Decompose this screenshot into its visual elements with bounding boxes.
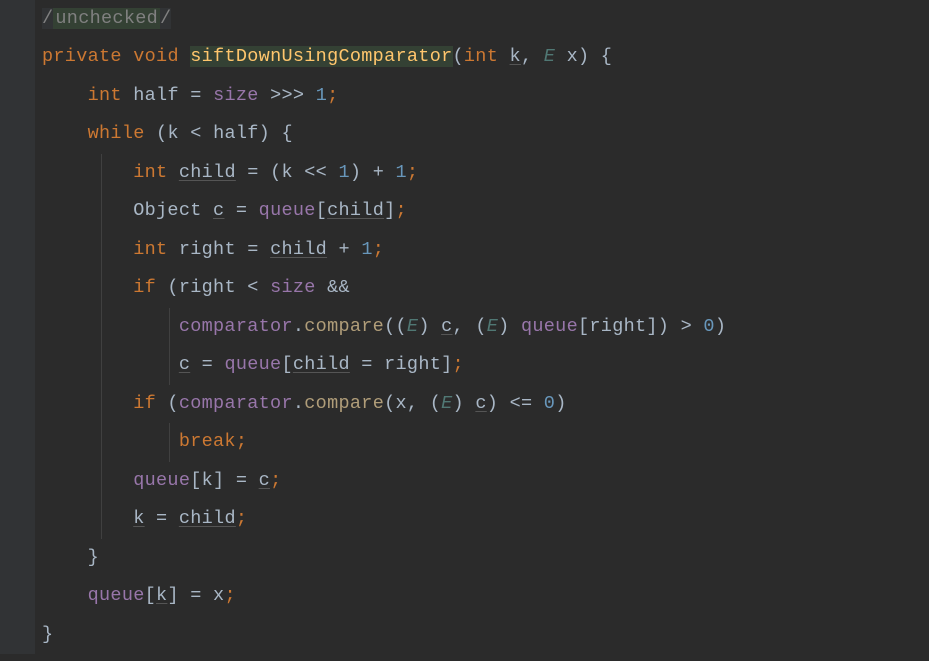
code-line[interactable]: queue[k] = c; [42, 462, 929, 500]
code-line[interactable]: int half = size >>> 1; [42, 77, 929, 115]
number: 1 [316, 85, 327, 106]
var-child: child [327, 200, 384, 221]
keyword-break: break [179, 431, 236, 452]
comment-text: / [160, 8, 171, 29]
keyword-void: void [133, 46, 179, 67]
keyword-int: int [464, 46, 498, 67]
var-k: k [202, 470, 213, 491]
code-line[interactable]: int child = (k << 1) + 1; [42, 154, 929, 192]
var-right: right [589, 316, 646, 337]
var-child: child [270, 239, 327, 260]
var-c: c [259, 470, 270, 491]
var-c: c [213, 200, 224, 221]
param-x: x [213, 585, 224, 606]
code-editor[interactable]: /unchecked/ private void siftDownUsingCo… [0, 0, 929, 654]
gutter [0, 0, 35, 654]
keyword-if: if [133, 277, 156, 298]
var-k: k [156, 585, 167, 606]
code-line[interactable]: } [42, 539, 929, 577]
field-comparator: comparator [179, 316, 293, 337]
var-k: k [281, 162, 292, 183]
field-size: size [213, 85, 259, 106]
keyword-int: int [88, 85, 122, 106]
field-size: size [270, 277, 316, 298]
method-name: siftDownUsingComparator [190, 46, 452, 67]
field-queue: queue [224, 354, 281, 375]
param-x: x [396, 393, 407, 414]
code-line[interactable]: k = child; [42, 500, 929, 538]
comment-text: / [42, 8, 53, 29]
number: 1 [361, 239, 372, 260]
method-compare: compare [304, 393, 384, 414]
field-comparator: comparator [179, 393, 293, 414]
type-cast: E [407, 316, 418, 337]
var-half: half [133, 85, 179, 106]
var-c: c [179, 354, 190, 375]
brace-close: } [42, 624, 53, 645]
var-right: right [179, 239, 236, 260]
keyword-int: int [133, 239, 167, 260]
code-line[interactable]: if (comparator.compare(x, (E) c) <= 0) [42, 385, 929, 423]
code-line[interactable]: comparator.compare((E) c, (E) queue[righ… [42, 308, 929, 346]
type-cast: E [487, 316, 498, 337]
param-x: x [567, 46, 578, 67]
brace-close: } [88, 547, 99, 568]
code-line[interactable]: if (right < size && [42, 269, 929, 307]
keyword-while: while [88, 123, 145, 144]
keyword-int: int [133, 162, 167, 183]
number: 0 [703, 316, 714, 337]
code-line[interactable]: while (k < half) { [42, 115, 929, 153]
field-queue: queue [133, 470, 190, 491]
code-line[interactable]: Object c = queue[child]; [42, 192, 929, 230]
keyword-if: if [133, 393, 156, 414]
number: 0 [544, 393, 555, 414]
var-child: child [179, 162, 236, 183]
var-c: c [441, 316, 452, 337]
code-line[interactable]: int right = child + 1; [42, 231, 929, 269]
code-line[interactable]: /unchecked/ [42, 0, 929, 38]
field-queue: queue [88, 585, 145, 606]
var-c: c [475, 393, 486, 414]
field-queue: queue [259, 200, 316, 221]
code-line[interactable]: c = queue[child = right]; [42, 346, 929, 384]
code-line[interactable]: queue[k] = x; [42, 577, 929, 615]
comment-text-hl: unchecked [53, 8, 160, 29]
method-compare: compare [304, 316, 384, 337]
paren: ( [453, 46, 464, 67]
var-half: half [213, 123, 259, 144]
number: 1 [338, 162, 349, 183]
param-k: k [510, 46, 521, 67]
type-object: Object [133, 200, 201, 221]
field-queue: queue [521, 316, 578, 337]
code-line[interactable]: break; [42, 423, 929, 461]
number: 1 [396, 162, 407, 183]
code-line[interactable]: private void siftDownUsingComparator(int… [42, 38, 929, 76]
var-child: child [293, 354, 350, 375]
var-k: k [133, 508, 144, 529]
var-right: right [384, 354, 441, 375]
code-line[interactable]: } [42, 616, 929, 654]
type-cast: E [441, 393, 452, 414]
var-child: child [179, 508, 236, 529]
keyword-private: private [42, 46, 122, 67]
var-k: k [167, 123, 178, 144]
type-param: E [544, 46, 555, 67]
var-right: right [179, 277, 236, 298]
